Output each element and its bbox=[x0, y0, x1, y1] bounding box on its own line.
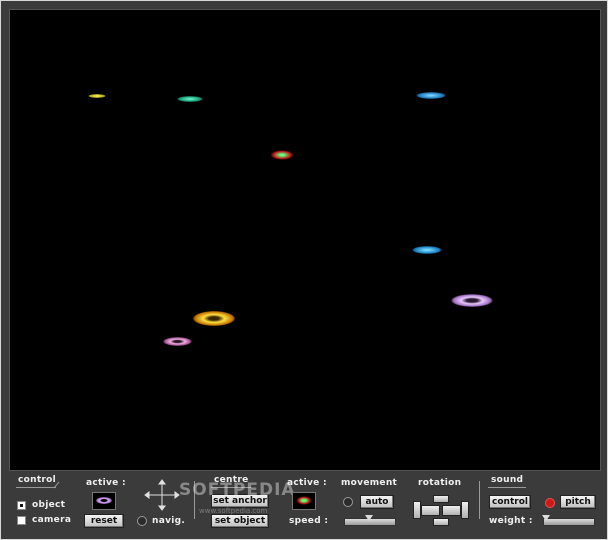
rotation-pad-icon[interactable] bbox=[413, 495, 469, 526]
control-underline bbox=[16, 487, 56, 488]
weight-slider-thumb[interactable] bbox=[542, 515, 550, 521]
pitch-radio[interactable] bbox=[545, 498, 555, 508]
rotate-left-inner-button[interactable] bbox=[421, 505, 440, 516]
camera-label: camera bbox=[32, 515, 72, 525]
watermark: SOFTPEDIA bbox=[179, 480, 296, 500]
3d-viewport[interactable] bbox=[9, 9, 601, 471]
centre-active-label: active : bbox=[287, 478, 327, 488]
auto-button[interactable]: auto bbox=[360, 495, 394, 509]
control-title: control bbox=[18, 475, 57, 485]
sound-title: sound bbox=[491, 475, 524, 485]
active-speed-ring-icon bbox=[292, 492, 316, 510]
sound-control-button[interactable]: control bbox=[489, 495, 531, 509]
ring-red-green-center[interactable] bbox=[270, 150, 294, 160]
control-active-label: active : bbox=[86, 478, 126, 488]
navig-radio[interactable] bbox=[137, 516, 147, 526]
rotate-left-button[interactable] bbox=[413, 501, 421, 519]
rotate-right-button[interactable] bbox=[461, 501, 469, 519]
speed-label: speed : bbox=[289, 516, 329, 526]
ring-magenta-small[interactable] bbox=[163, 337, 192, 346]
rotate-down-button[interactable] bbox=[433, 518, 449, 526]
object-label: object bbox=[32, 500, 66, 510]
navig-label: navig. bbox=[152, 516, 186, 526]
sound-underline bbox=[488, 487, 526, 488]
movement-radio[interactable] bbox=[343, 497, 353, 507]
weight-label: weight : bbox=[489, 516, 533, 526]
ring-blue-middle[interactable] bbox=[412, 246, 442, 254]
separator-2 bbox=[479, 481, 480, 519]
watermark-url: www.softpedia.com bbox=[199, 507, 268, 515]
object-checkbox[interactable] bbox=[17, 501, 26, 510]
set-object-button[interactable]: set object bbox=[211, 514, 269, 528]
movement-title: movement bbox=[341, 478, 398, 488]
ring-teal[interactable] bbox=[177, 96, 203, 102]
ring-yellow-orange[interactable] bbox=[193, 311, 235, 326]
active-object-ring-icon bbox=[92, 492, 116, 510]
ring-violet-large[interactable] bbox=[451, 294, 493, 307]
pitch-button[interactable]: pitch bbox=[560, 495, 596, 509]
ring-yellow-small[interactable] bbox=[88, 94, 106, 98]
weight-slider[interactable] bbox=[543, 518, 595, 526]
rotate-right-inner-button[interactable] bbox=[442, 505, 461, 516]
speed-slider-thumb[interactable] bbox=[365, 515, 373, 521]
navigation-cross-icon[interactable] bbox=[144, 479, 180, 511]
rotation-title: rotation bbox=[418, 478, 462, 488]
rotate-up-button[interactable] bbox=[433, 495, 449, 503]
application-window: control object camera active : reset nav… bbox=[0, 0, 608, 540]
camera-checkbox[interactable] bbox=[17, 516, 26, 525]
ring-blue-top-right[interactable] bbox=[416, 92, 446, 99]
reset-button[interactable]: reset bbox=[84, 514, 124, 528]
